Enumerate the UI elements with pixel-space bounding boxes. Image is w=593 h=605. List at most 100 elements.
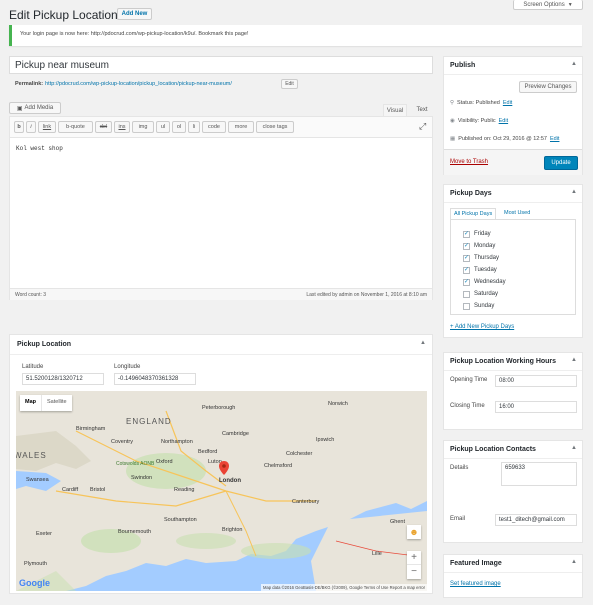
longitude-label: Longitude	[114, 364, 141, 370]
longitude-input[interactable]: -0.1496048370361328	[114, 373, 196, 385]
visibility-edit-link[interactable]: Edit	[499, 118, 508, 124]
day-option[interactable]: ✓ Friday	[463, 229, 491, 239]
opening-time-input[interactable]: 08:00	[495, 375, 577, 387]
zoom-out-button[interactable]: −	[407, 565, 421, 579]
opening-time-label: Opening Time	[450, 377, 488, 383]
qt-ul[interactable]: ul	[156, 121, 170, 133]
day-option[interactable]: ✓ Monday	[463, 241, 495, 251]
qt-ins[interactable]: ins	[114, 121, 130, 133]
city-label: Oxford	[156, 459, 173, 465]
zoom-control: + −	[407, 551, 421, 579]
qt-del[interactable]: del	[95, 121, 112, 133]
permalink-link[interactable]: http://pdocrud.com/wp-pickup-location/pi…	[45, 81, 232, 87]
day-option[interactable]: Sunday	[463, 301, 494, 311]
add-media-button[interactable]: ▣ Add Media	[9, 102, 61, 114]
google-map[interactable]: Map Satellite ENGLAND WALES Birmingham P…	[16, 391, 427, 591]
pin-icon: ⚲	[450, 100, 455, 106]
editor-status-bar: Word count: 3 Last edited by admin on No…	[10, 288, 432, 300]
map-tab[interactable]: Map	[20, 395, 41, 411]
qt-italic[interactable]: i	[26, 121, 36, 133]
city-label: Coventry	[111, 439, 134, 445]
published-text: Published on: Oct 29, 2016 @ 12:57	[458, 136, 547, 142]
publish-box: Publish ▲ Preview Changes ⚲ Status: Publ…	[443, 56, 583, 175]
publish-actions: Move to Trash Update	[444, 149, 582, 175]
post-title-input[interactable]: Pickup near museum	[9, 56, 433, 74]
zoom-in-button[interactable]: +	[407, 551, 421, 565]
published-row: ▦ Published on: Oct 29, 2016 @ 12:57 Edi…	[450, 136, 559, 142]
city-label: Ipswich	[316, 437, 335, 443]
tab-visual[interactable]: Visual	[383, 104, 407, 116]
add-new-button[interactable]: Add New	[117, 8, 152, 20]
featured-image-box: Featured Image ▲ Set featured image	[443, 554, 583, 598]
qt-bold[interactable]: b	[14, 121, 24, 133]
city-label: Canterbury	[292, 499, 320, 505]
qt-more[interactable]: more	[228, 121, 254, 133]
box-divider	[444, 572, 582, 573]
qt-li[interactable]: li	[188, 121, 200, 133]
checkbox-checked-icon[interactable]: ✓	[463, 230, 470, 238]
screen-options-button[interactable]: Screen Options ▼	[513, 0, 583, 10]
city-label: Reading	[174, 487, 195, 493]
city-label: Ghent	[390, 519, 405, 525]
qt-close-tags[interactable]: close tags	[256, 121, 294, 133]
permalink-edit-button[interactable]: Edit	[281, 79, 298, 89]
editor-textarea[interactable]: Kol west shop	[16, 145, 63, 152]
collapse-icon[interactable]: ▲	[571, 559, 577, 565]
email-input[interactable]: test1_ditech@gmail.com	[495, 514, 577, 526]
park-label: Cotswolds AONB	[116, 461, 155, 467]
checkbox-checked-icon[interactable]: ✓	[463, 278, 470, 286]
quicktags-group: b i link b-quote del ins img ul ol li co…	[14, 121, 414, 133]
city-label: Cambridge	[222, 431, 249, 437]
box-divider	[444, 202, 582, 203]
satellite-tab[interactable]: Satellite	[41, 395, 72, 411]
pegman-icon[interactable]: ☻	[407, 525, 421, 539]
city-label: Southampton	[164, 517, 197, 523]
box-divider	[444, 74, 582, 75]
quicktags-toolbar: b i link b-quote del ins img ul ol li co…	[10, 117, 432, 138]
qt-bquote[interactable]: b-quote	[58, 121, 93, 133]
collapse-icon[interactable]: ▲	[571, 189, 577, 195]
days-list: ✓ Friday ✓ Monday ✓ Thursday ✓ Tuesday ✓ Wedn…	[450, 219, 576, 315]
checkbox-checked-icon[interactable]: ✓	[463, 242, 470, 250]
details-textarea[interactable]: 659633	[501, 462, 577, 486]
collapse-icon[interactable]: ▲	[571, 445, 577, 451]
publish-title: Publish	[450, 62, 476, 69]
visibility-text: Visibility: Public	[457, 118, 496, 124]
collapse-icon[interactable]: ▲	[420, 340, 426, 346]
city-label: Cardiff	[62, 487, 79, 493]
checkbox-checked-icon[interactable]: ✓	[463, 266, 470, 274]
city-label: Chelmsford	[264, 463, 293, 469]
day-option[interactable]: ✓ Wednesday	[463, 277, 506, 287]
city-label: Plymouth	[24, 561, 47, 567]
day-label: Sunday	[474, 303, 495, 309]
qt-link[interactable]: link	[38, 121, 56, 133]
checkbox-checked-icon[interactable]: ✓	[463, 254, 470, 262]
tab-text[interactable]: Text	[411, 104, 433, 116]
set-featured-image-link[interactable]: Set featured image	[450, 581, 501, 587]
move-to-trash-link[interactable]: Move to Trash	[450, 159, 488, 165]
latitude-input[interactable]: 51.5200128/1320712	[22, 373, 104, 385]
status-edit-link[interactable]: Edit	[503, 100, 512, 106]
screen-options-label: Screen Options	[523, 1, 565, 8]
city-label: Birmingham	[76, 426, 106, 432]
collapse-icon[interactable]: ▲	[571, 61, 577, 67]
closing-time-input[interactable]: 16:00	[495, 401, 577, 413]
tab-most-used[interactable]: Most Used	[504, 210, 530, 216]
last-edited: Last edited by admin on November 1, 2016…	[306, 292, 427, 298]
fullscreen-icon[interactable]: ⤢	[419, 122, 426, 131]
day-label: Tuesday	[474, 267, 497, 273]
day-option[interactable]: ✓ Tuesday	[463, 265, 497, 275]
qt-ol[interactable]: ol	[172, 121, 186, 133]
update-button[interactable]: Update	[544, 156, 578, 170]
checkbox-empty-icon[interactable]	[463, 290, 470, 298]
add-new-pickup-days-link[interactable]: + Add New Pickup Days	[450, 324, 514, 330]
qt-code[interactable]: code	[202, 121, 226, 133]
map-marker-icon[interactable]	[219, 461, 229, 475]
checkbox-empty-icon[interactable]	[463, 302, 470, 310]
qt-img[interactable]: img	[132, 121, 154, 133]
day-option[interactable]: ✓ Thursday	[463, 253, 499, 263]
collapse-icon[interactable]: ▲	[571, 357, 577, 363]
preview-changes-button[interactable]: Preview Changes	[519, 81, 577, 93]
published-edit-link[interactable]: Edit	[550, 136, 559, 142]
day-option[interactable]: Saturday	[463, 289, 498, 299]
